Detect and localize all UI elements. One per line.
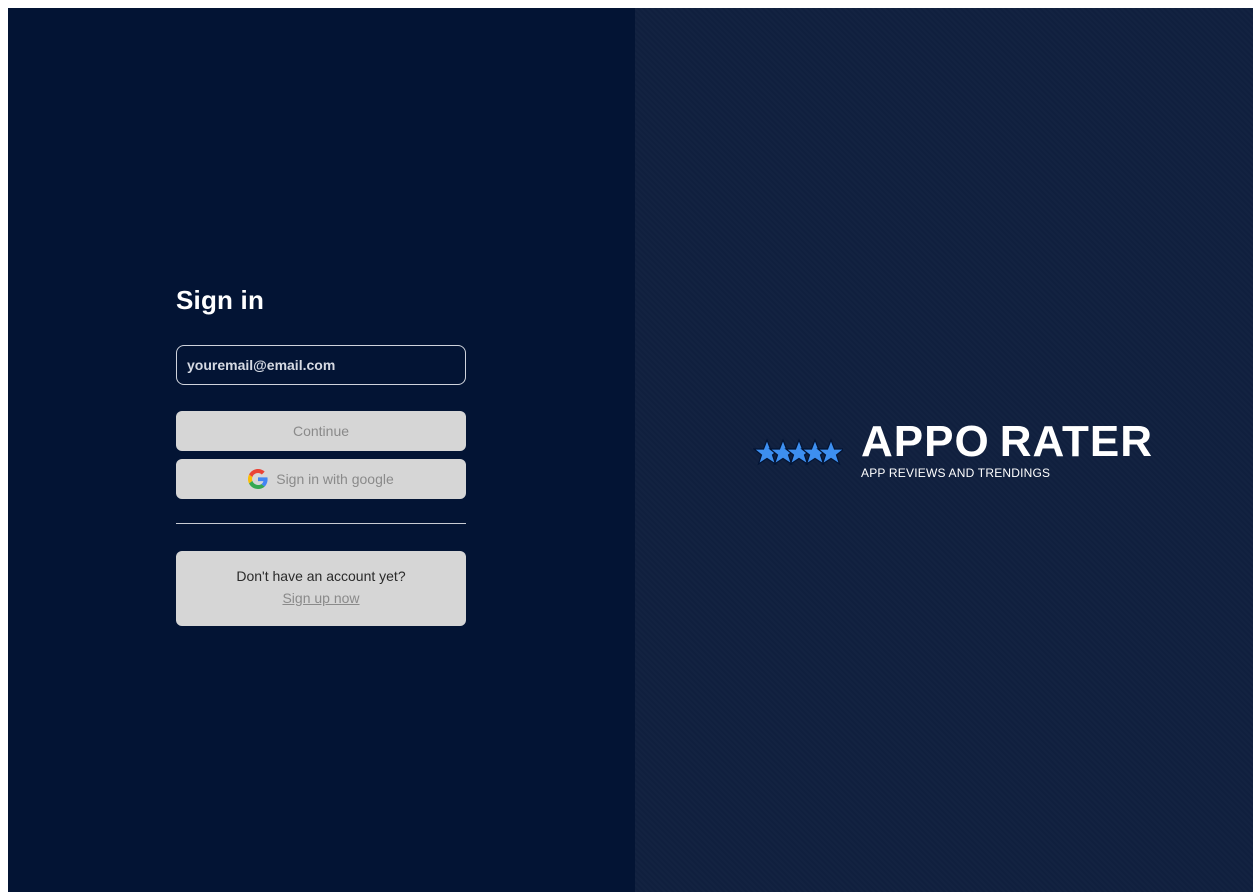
google-signin-label: Sign in with google (276, 471, 394, 487)
google-icon (248, 469, 268, 489)
stars-icon (753, 438, 843, 466)
brand-name: APPO RATER (861, 420, 1153, 464)
signup-box: Don't have an account yet? Sign up now (176, 551, 466, 626)
signin-panel: Sign in Continue Sign in with google Don… (8, 8, 635, 892)
brand-logo: APPO RATER APP REVIEWS AND TRENDINGS (753, 420, 1153, 480)
google-signin-button[interactable]: Sign in with google (176, 459, 466, 499)
brand-name-part2: RATER (999, 417, 1153, 466)
signin-title: Sign in (176, 285, 265, 315)
brand-panel: APPO RATER APP REVIEWS AND TRENDINGS (635, 8, 1253, 892)
brand-tagline: APP REVIEWS AND TRENDINGS (861, 466, 1051, 480)
no-account-text: Don't have an account yet? (236, 568, 406, 584)
brand-text: APPO RATER APP REVIEWS AND TRENDINGS (861, 420, 1153, 481)
brand-name-part1: APPO (861, 417, 990, 466)
continue-button[interactable]: Continue (176, 411, 466, 451)
divider (176, 523, 466, 524)
page-frame: Sign in Continue Sign in with google Don… (8, 8, 1253, 892)
email-field[interactable] (176, 345, 466, 385)
continue-button-label: Continue (292, 423, 350, 439)
signup-link[interactable]: Sign up now (282, 590, 359, 606)
